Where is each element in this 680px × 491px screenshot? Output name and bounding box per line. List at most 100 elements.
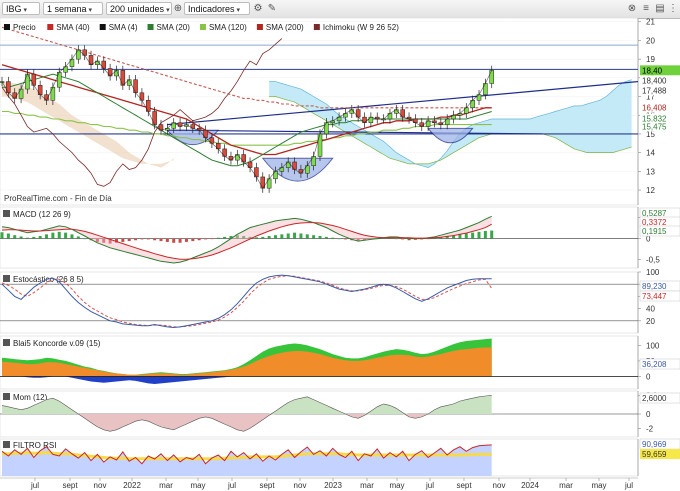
macd-bar xyxy=(172,238,176,243)
chart-canvas[interactable]: 1213141516171819202118,4018,40017,48816,… xyxy=(0,18,680,491)
candle xyxy=(266,178,272,189)
macd-bar xyxy=(324,236,328,239)
macd-bar xyxy=(280,234,284,239)
chart-options-icon[interactable]: ≡ xyxy=(640,3,652,15)
candle xyxy=(18,88,24,99)
macd-bar xyxy=(273,235,277,239)
macd-bar xyxy=(426,238,430,240)
legend-label-6: Ichimoku (W 9 26 52) xyxy=(323,23,399,32)
price-value-label-5: 15,475 xyxy=(642,123,667,132)
chevron-down-icon: ▾ xyxy=(236,7,241,14)
koncorde-title-icon xyxy=(3,339,10,346)
stochastic-value-label-1: 73,447 xyxy=(642,292,667,301)
macd-title-icon xyxy=(3,210,10,217)
macd-bar xyxy=(254,237,258,239)
price-tick-label-1: 13 xyxy=(646,167,655,176)
macd-bar xyxy=(121,238,125,242)
price-value-label-2: 17,488 xyxy=(642,86,667,95)
price-value-label-1: 18,400 xyxy=(642,76,667,85)
macd-bar xyxy=(305,234,309,239)
legend-swatch-6 xyxy=(313,24,320,30)
add-indicator-icon[interactable]: ⊕ xyxy=(172,3,184,15)
chevron-down-icon: ▾ xyxy=(88,7,93,14)
momentum-title-icon xyxy=(3,393,10,400)
time-tick-label-7: sept xyxy=(259,481,275,490)
candle xyxy=(120,70,126,86)
macd-bar xyxy=(477,231,481,239)
macd-bar xyxy=(490,230,494,239)
symbol-label: IBG xyxy=(6,4,22,14)
macd-bar xyxy=(337,238,341,240)
candle xyxy=(50,86,56,101)
more-options-icon[interactable]: ⋮ xyxy=(667,3,679,15)
time-tick-label-11: may xyxy=(389,481,404,490)
stochastic-title-icon xyxy=(3,275,10,282)
chart-toolbar: IBG ▾ 1 semana ▾ 200 unidades ▾ ⊕ Indicador… xyxy=(0,0,680,19)
candle xyxy=(146,100,151,112)
price-tick-label-7: 19 xyxy=(646,55,655,64)
time-tick-label-5: may xyxy=(190,481,205,490)
macd-bar xyxy=(223,236,227,239)
time-tick-label-10: mar xyxy=(360,481,374,490)
macd-bar xyxy=(159,238,163,242)
stochastic-value-label-0: 89,230 xyxy=(642,282,667,291)
macd-bar xyxy=(293,232,297,239)
macd-bar xyxy=(70,234,74,239)
legend-swatch-2 xyxy=(99,24,106,30)
macd-bar xyxy=(140,238,144,240)
macd-bar xyxy=(267,236,271,239)
chevron-down-icon: ▾ xyxy=(166,7,170,14)
legend-label-2: SMA (4) xyxy=(109,23,138,32)
macd-bar xyxy=(210,238,214,240)
macd-bar xyxy=(127,238,131,242)
indicators-label: Indicadores xyxy=(188,4,235,14)
legend-label-0: Precio xyxy=(13,23,36,32)
macd-bar xyxy=(76,236,80,239)
window-icon[interactable]: ▤ xyxy=(654,3,666,15)
macd-bar xyxy=(184,238,188,242)
candle xyxy=(101,60,107,69)
time-tick-label-14: nov xyxy=(493,481,506,490)
price-value-label-3: 16,408 xyxy=(642,104,667,113)
symbol-selector[interactable]: IBG ▾ xyxy=(2,2,40,15)
rsi-filter-value-label-0: 90,969 xyxy=(642,440,667,449)
macd-bar xyxy=(191,238,195,242)
macd-bar xyxy=(165,238,169,242)
macd-bar xyxy=(83,238,87,240)
chevron-down-icon: ▾ xyxy=(23,7,28,14)
time-tick-label-16: mar xyxy=(559,481,573,490)
price-tick-label-9: 21 xyxy=(646,18,655,27)
time-tick-label-1: sept xyxy=(62,481,78,490)
macd-bar xyxy=(51,232,55,239)
macd-bar xyxy=(261,236,265,239)
macd-bar xyxy=(318,236,322,239)
macd-tick-label-2: -0,5 xyxy=(646,256,660,265)
momentum-title: Mom (12) xyxy=(13,393,48,402)
macd-bar xyxy=(19,236,23,239)
drawing-tools-icon[interactable]: ✎ xyxy=(266,3,278,15)
close-icon[interactable]: ⊗ xyxy=(626,3,638,15)
period-selector[interactable]: 1 semana ▾ xyxy=(43,2,103,15)
indicators-button[interactable]: Indicadores ▾ xyxy=(184,2,250,15)
time-tick-label-0: jul xyxy=(30,481,39,490)
candle xyxy=(489,70,494,84)
macd-bar xyxy=(153,238,157,241)
macd-bar xyxy=(471,232,475,239)
macd-value-label-2: 0,1915 xyxy=(642,227,667,236)
units-selector[interactable]: 200 unidades ▾ xyxy=(106,2,172,15)
stochastic-tick-label-3: 40 xyxy=(646,305,655,314)
legend-swatch-5 xyxy=(256,24,263,30)
macd-bar xyxy=(394,238,398,240)
candle xyxy=(56,71,62,88)
macd-bar xyxy=(178,238,182,243)
time-tick-label-13: sept xyxy=(456,481,472,490)
macd-bar xyxy=(299,233,303,239)
macd-bar xyxy=(0,232,4,239)
settings-icon[interactable]: ⚙ xyxy=(252,3,264,15)
macd-bar xyxy=(331,237,335,239)
momentum-tick-label-1: 0 xyxy=(646,410,651,419)
legend-swatch-3 xyxy=(147,24,154,30)
macd-bar xyxy=(464,233,468,239)
macd-bar xyxy=(197,238,201,241)
macd-value-label-1: 0,3372 xyxy=(642,218,667,227)
